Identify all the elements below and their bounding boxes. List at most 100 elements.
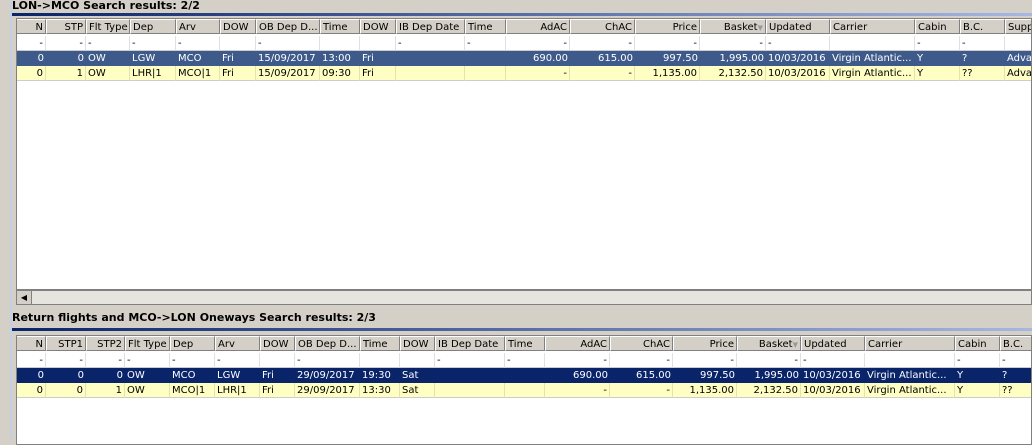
column-header-price[interactable]: Price bbox=[635, 19, 700, 34]
outbound-results-grid[interactable]: N STP Flt Type Dep Arv DOW OB Dep D... Time DOW I… bbox=[16, 18, 1032, 290]
column-header-updated[interactable]: Updated bbox=[766, 19, 830, 34]
column-header-stp[interactable]: STP bbox=[46, 19, 86, 34]
column-filter[interactable] bbox=[1005, 36, 1031, 51]
column-filter[interactable]: - bbox=[170, 353, 215, 368]
table-row[interactable]: 0 0 0 OW MCO LGW Fri 29/09/2017 19:30 Sat 690.00 61… bbox=[17, 368, 1031, 383]
column-header-stp2[interactable]: STP2 bbox=[86, 336, 125, 351]
column-header-dep[interactable]: Dep bbox=[130, 19, 176, 34]
column-filter[interactable]: - bbox=[86, 353, 125, 368]
column-filter[interactable]: - bbox=[86, 36, 130, 51]
column-header-chac[interactable]: ChAC bbox=[610, 336, 673, 351]
column-filter[interactable] bbox=[360, 353, 400, 368]
column-header-time[interactable]: Time bbox=[360, 336, 400, 351]
column-header-flt-type[interactable]: Flt Type bbox=[86, 19, 130, 34]
column-filter[interactable]: - bbox=[435, 353, 505, 368]
column-filter[interactable]: - bbox=[46, 353, 86, 368]
column-filter[interactable]: - bbox=[295, 353, 360, 368]
column-header-arv[interactable]: Arv bbox=[176, 19, 220, 34]
column-filter[interactable]: - bbox=[125, 353, 170, 368]
column-header-ob-dep-d[interactable]: OB Dep D... bbox=[295, 336, 360, 351]
filter-row[interactable]: ---------------- bbox=[17, 353, 1031, 368]
column-header-dow[interactable]: DOW bbox=[220, 19, 256, 34]
column-header-cabin[interactable]: Cabin bbox=[955, 336, 1000, 351]
column-filter[interactable] bbox=[220, 36, 256, 51]
column-header-stp1[interactable]: STP1 bbox=[46, 336, 86, 351]
cell-text: Carrier bbox=[868, 339, 903, 350]
column-filter[interactable]: - bbox=[955, 353, 1000, 368]
column-filter[interactable]: - bbox=[465, 36, 506, 51]
column-header-arv[interactable]: Arv bbox=[215, 336, 260, 351]
table-cell: LHR|1 bbox=[130, 66, 176, 81]
column-header-chac[interactable]: ChAC bbox=[570, 19, 635, 34]
column-filter[interactable] bbox=[865, 353, 955, 368]
column-header-carrier[interactable]: Carrier bbox=[830, 19, 915, 34]
column-filter[interactable] bbox=[400, 353, 435, 368]
table-row[interactable]: 0 0 OW LGW MCO Fri 15/09/2017 13:00 Fri 690.00 615… bbox=[17, 51, 1031, 66]
column-filter[interactable]: - bbox=[505, 353, 545, 368]
column-filter[interactable] bbox=[830, 36, 915, 51]
column-filter[interactable]: - bbox=[46, 36, 86, 51]
column-header-ib-dep-date[interactable]: IB Dep Date bbox=[435, 336, 505, 351]
table-row[interactable]: 0 1 OW LHR|1 MCO|1 Fri 15/09/2017 09:30 Fri - - 1,1… bbox=[17, 66, 1031, 81]
return-results-grid[interactable]: N STP1 STP2 Flt Type Dep Arv DOW OB Dep D... Tim… bbox=[16, 335, 1032, 445]
column-filter[interactable]: - bbox=[506, 36, 570, 51]
column-header-price[interactable]: Price bbox=[673, 336, 737, 351]
column-header-n[interactable]: N bbox=[17, 19, 46, 34]
table-cell: Virgin Atlantic... bbox=[865, 368, 955, 383]
column-filter[interactable]: - bbox=[915, 36, 960, 51]
column-header-time[interactable]: Time bbox=[320, 19, 360, 34]
table-cell bbox=[435, 368, 505, 383]
column-header-ob-dep-d[interactable]: OB Dep D... bbox=[256, 19, 320, 34]
column-header-dow[interactable]: DOW bbox=[260, 336, 295, 351]
column-filter[interactable]: - bbox=[801, 353, 865, 368]
cell-text: 0 bbox=[76, 385, 83, 396]
column-header-basket[interactable]: Basket▼ bbox=[700, 19, 766, 34]
horizontal-scrollbar[interactable]: ◀ bbox=[16, 290, 1032, 305]
column-filter[interactable]: - bbox=[396, 36, 465, 51]
column-filter[interactable] bbox=[320, 36, 360, 51]
filter-row[interactable]: --------------- bbox=[17, 36, 1031, 51]
column-filter[interactable]: - bbox=[737, 353, 801, 368]
column-filter[interactable]: - bbox=[570, 36, 635, 51]
column-filter[interactable]: - bbox=[130, 36, 176, 51]
column-header-b-c[interactable]: B.C. bbox=[960, 19, 1005, 34]
column-header-ib-dep-date[interactable]: IB Dep Date bbox=[396, 19, 465, 34]
column-filter[interactable]: - bbox=[766, 36, 830, 51]
header-row[interactable]: N STP1 STP2 Flt Type Dep Arv DOW OB Dep D... Tim… bbox=[17, 336, 1031, 351]
header-row[interactable]: N STP Flt Type Dep Arv DOW OB Dep D... Time DOW I… bbox=[17, 19, 1031, 34]
column-header-updated[interactable]: Updated bbox=[801, 336, 865, 351]
column-filter[interactable]: - bbox=[960, 36, 1005, 51]
column-filter[interactable]: - bbox=[700, 36, 766, 51]
column-header-carrier[interactable]: Carrier bbox=[865, 336, 955, 351]
column-header-b-c[interactable]: B.C. bbox=[1000, 336, 1031, 351]
column-header-time[interactable]: Time bbox=[505, 336, 545, 351]
column-header-basket[interactable]: Basket▼ bbox=[737, 336, 801, 351]
column-header-flt-type[interactable]: Flt Type bbox=[125, 336, 170, 351]
column-filter[interactable]: - bbox=[176, 36, 220, 51]
column-header-dow[interactable]: DOW bbox=[400, 336, 435, 351]
table-row[interactable]: 0 0 1 OW MCO|1 LHR|1 Fri 29/09/2017 13:30 Sat - - 1,… bbox=[17, 383, 1031, 398]
column-filter[interactable]: - bbox=[256, 36, 320, 51]
column-header-adac[interactable]: AdAC bbox=[506, 19, 570, 34]
column-filter[interactable]: - bbox=[673, 353, 737, 368]
column-filter[interactable]: - bbox=[215, 353, 260, 368]
column-header-adac[interactable]: AdAC bbox=[545, 336, 610, 351]
column-filter[interactable]: - bbox=[1000, 353, 1031, 368]
column-header-cabin[interactable]: Cabin bbox=[915, 19, 960, 34]
column-header-supp[interactable]: Supp bbox=[1005, 19, 1031, 34]
column-header-dow[interactable]: DOW bbox=[360, 19, 396, 34]
column-filter[interactable]: - bbox=[610, 353, 673, 368]
column-header-time[interactable]: Time bbox=[465, 19, 506, 34]
column-filter[interactable] bbox=[260, 353, 295, 368]
cell-text: 29/09/2017 bbox=[297, 385, 355, 396]
column-filter[interactable]: - bbox=[545, 353, 610, 368]
column-filter[interactable]: - bbox=[17, 36, 46, 51]
column-header-n[interactable]: N bbox=[17, 336, 46, 351]
column-filter[interactable] bbox=[360, 36, 396, 51]
column-filter[interactable]: - bbox=[635, 36, 700, 51]
column-filter[interactable]: - bbox=[17, 353, 46, 368]
scroll-left-icon[interactable]: ◀ bbox=[17, 291, 32, 304]
cell-text: 0 bbox=[37, 53, 44, 64]
cell-text: - bbox=[957, 355, 961, 366]
column-header-dep[interactable]: Dep bbox=[170, 336, 215, 351]
